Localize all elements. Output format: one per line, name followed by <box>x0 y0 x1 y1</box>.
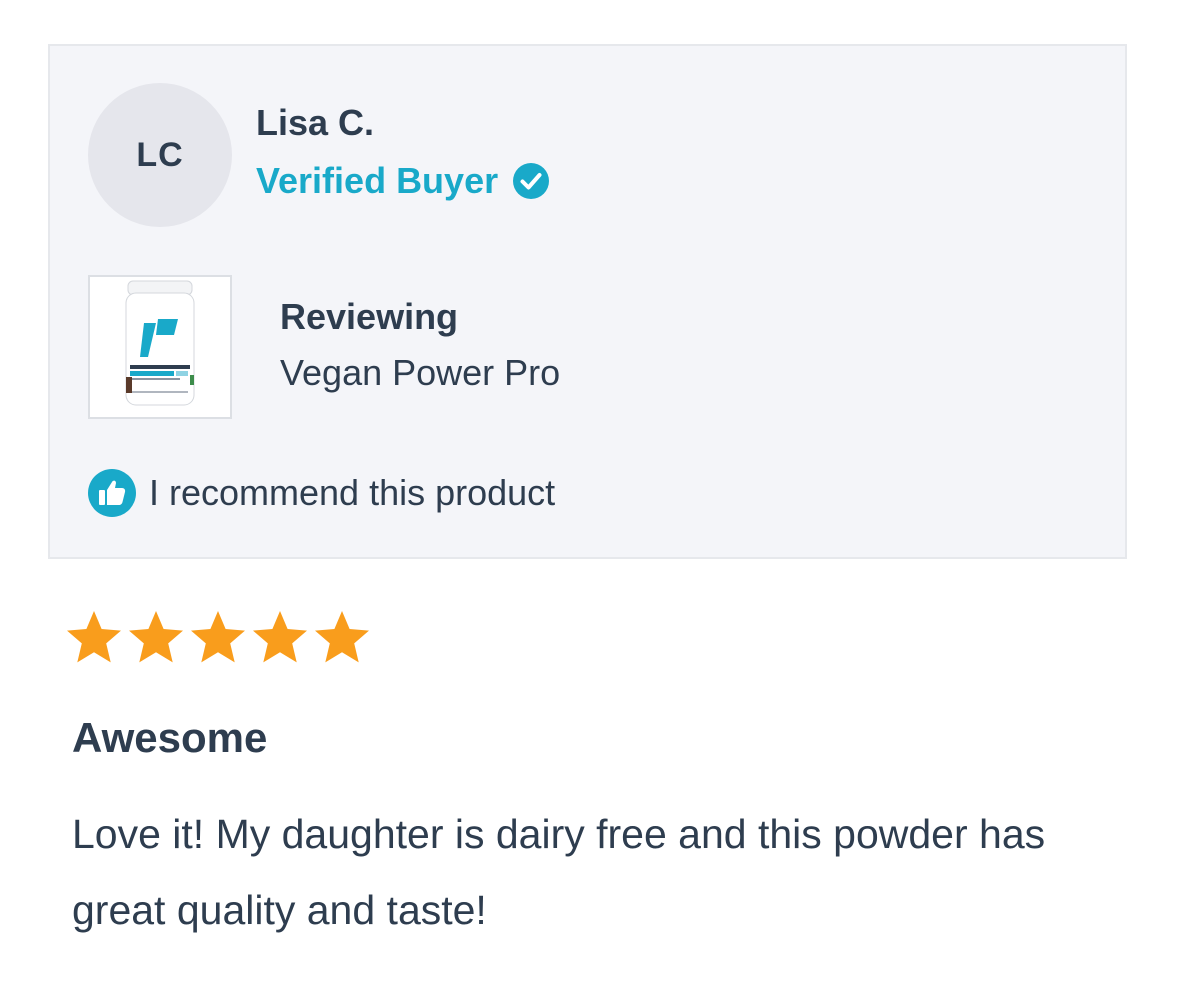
verified-check-icon <box>512 162 550 200</box>
review-body: Love it! My daughter is dairy free and t… <box>72 811 1046 933</box>
reviewer-card: LC Lisa C. Verified Buyer Reviewing Vega… <box>48 44 1127 559</box>
star-icon <box>64 608 124 668</box>
avatar-initials: LC <box>136 135 184 174</box>
review-title: Awesome <box>72 714 268 761</box>
recommendation-text: I recommend this product <box>149 472 556 513</box>
reviewing-label: Reviewing <box>280 296 459 337</box>
thumbs-up-icon <box>87 468 137 518</box>
verified-buyer-badge: Verified Buyer <box>256 160 550 202</box>
recommendation: I recommend this product <box>87 468 555 518</box>
avatar: LC <box>88 83 232 227</box>
product-image[interactable] <box>88 275 232 419</box>
protein-tub-icon <box>122 279 198 416</box>
reviewer-name: Lisa C. <box>256 102 375 143</box>
star-icon <box>250 608 310 668</box>
star-icon <box>312 608 372 668</box>
star-icon <box>188 608 248 668</box>
verified-buyer-label: Verified Buyer <box>256 160 499 201</box>
star-rating <box>64 608 372 668</box>
product-name[interactable]: Vegan Power Pro <box>280 352 560 394</box>
star-icon <box>126 608 186 668</box>
